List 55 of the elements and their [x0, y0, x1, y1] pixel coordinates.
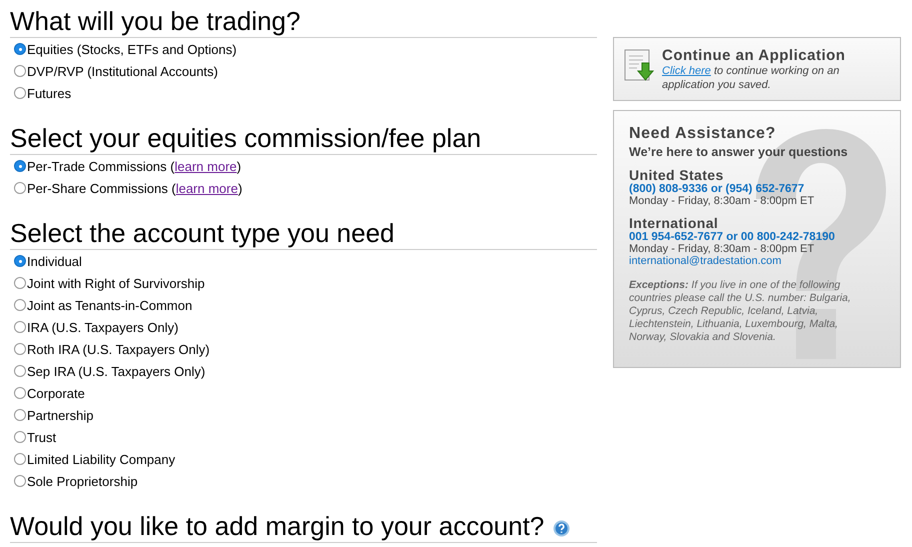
section-heading: Would you like to add margin to your account?: [10, 511, 544, 542]
click-here-link[interactable]: Click here: [662, 65, 711, 77]
option-label: Sole Proprietorship: [27, 474, 138, 488]
option-label: Sep IRA (U.S. Taxpayers Only): [27, 364, 206, 378]
continue-title: Continue an Application: [662, 47, 846, 64]
help-icon[interactable]: [553, 520, 570, 536]
office-hours: Monday - Friday, 8:30am - 8:00pm ET: [629, 243, 816, 255]
radio-button[interactable]: [14, 453, 26, 465]
exceptions-note: Exceptions: If you live in one of the following countries please call the U.S. number: Bulgaria, Cyprus, Czech Republic, Iceland, Latvia, Liechtenstein, Lithuania, Luxembourg, Malta, Norway, Slovakia and Slovenia.: [629, 279, 852, 344]
document-download-icon: [624, 49, 654, 83]
phone-numbers: 001 954-652-7677 or 00 800-242-78190: [629, 231, 836, 243]
option-label-suffix: ): [236, 158, 242, 174]
option-label: Joint as Tenants-in-Common: [27, 298, 192, 312]
radio-button[interactable]: [14, 475, 26, 487]
radio-button[interactable]: [14, 87, 26, 99]
continue-description: Click here to continue working on an application you saved.: [662, 64, 840, 92]
learn-more-link[interactable]: learn more: [174, 158, 237, 174]
region-name: International: [629, 215, 720, 231]
option-label: Roth IRA (U.S. Taxpayers Only): [27, 342, 210, 356]
section-heading: Select the account type you need: [10, 218, 394, 249]
option-label: Per-Share Commissions (: [27, 180, 176, 196]
section-heading: What will you be trading?: [10, 6, 300, 37]
radio-button[interactable]: [14, 387, 26, 399]
radio-button[interactable]: [14, 343, 26, 355]
phone-numbers: (800) 808-9336 or (954) 652-7677: [629, 183, 806, 195]
radio-button[interactable]: [14, 365, 26, 377]
region-name: United States: [629, 167, 725, 183]
option-label: Equities (Stocks, ETFs and Options): [27, 42, 237, 56]
radio-button[interactable]: [14, 409, 26, 421]
radio-button[interactable]: [14, 255, 26, 267]
learn-more-link[interactable]: learn more: [176, 180, 238, 196]
radio-button[interactable]: [14, 65, 26, 77]
option-label: Partnership: [27, 408, 94, 422]
option-label: Per-Trade Commissions (: [27, 158, 175, 174]
email-link[interactable]: international@tradestation.com: [629, 255, 874, 267]
radio-button[interactable]: [14, 43, 26, 55]
option-label: Individual: [27, 254, 82, 268]
office-hours: Monday - Friday, 8:30am - 8:00pm ET: [629, 195, 816, 207]
option-label: Limited Liability Company: [27, 452, 176, 466]
assistance-title: Need Assistance?: [629, 125, 777, 143]
radio-button[interactable]: [14, 431, 26, 443]
option-label: Futures: [27, 86, 72, 100]
option-label-suffix: ): [238, 180, 242, 196]
option-label: Trust: [27, 430, 56, 444]
radio-button[interactable]: [14, 160, 26, 172]
section-heading: Select your equities commission/fee plan: [10, 123, 482, 154]
option-label: Joint with Right of Survivorship: [27, 276, 205, 290]
option-label: DVP/RVP (Institutional Accounts): [27, 64, 218, 78]
option-label: IRA (U.S. Taxpayers Only): [27, 320, 178, 334]
radio-button[interactable]: [14, 277, 26, 289]
assistance-subtitle: We’re here to answer your questions: [629, 145, 849, 159]
radio-button[interactable]: [14, 299, 26, 311]
radio-button[interactable]: [14, 182, 26, 194]
radio-button[interactable]: [14, 321, 26, 333]
option-label: Corporate: [27, 386, 85, 400]
